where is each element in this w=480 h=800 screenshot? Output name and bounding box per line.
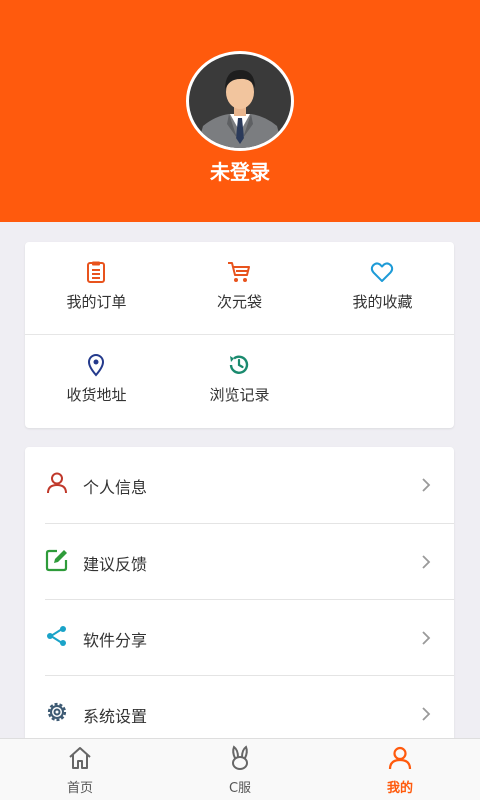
menu-item-personal-info[interactable]: 个人信息: [25, 447, 454, 523]
grid-item-my-orders[interactable]: 我的订单: [25, 242, 168, 334]
share-icon: [47, 626, 66, 646]
chevron-right-icon: [422, 478, 431, 492]
history-icon: [229, 355, 249, 374]
clipboard-icon: [87, 261, 105, 283]
chevron-right-icon: [422, 631, 431, 645]
location-pin-icon: [87, 354, 105, 377]
avatar[interactable]: [186, 51, 294, 151]
grid-item-label: 次元袋: [216, 293, 262, 311]
shortcut-grid-card: 我的订单 次元袋 我的收藏 收货地址 浏览记录: [25, 242, 454, 428]
menu-item-feedback[interactable]: 建议反馈: [25, 524, 454, 600]
edit-icon: [45, 549, 68, 572]
menu-item-share-app[interactable]: 软件分享: [25, 600, 454, 676]
tab-mine[interactable]: 我的: [320, 739, 480, 800]
man-in-suit-avatar-icon: [189, 54, 291, 148]
grid-item-label: 浏览记录: [209, 386, 270, 404]
menu-item-label: 系统设置: [83, 707, 148, 726]
chevron-right-icon: [422, 555, 431, 569]
menu-item-label: 个人信息: [83, 478, 148, 497]
tab-c-service[interactable]: C服: [160, 739, 320, 800]
person-icon: [388, 746, 412, 770]
bottom-tab-bar: 首页 C服 我的: [0, 738, 480, 800]
heart-icon: [370, 262, 394, 282]
settings-menu-card: 个人信息 建议反馈 软件分享 系统设置: [25, 447, 454, 747]
login-status-label[interactable]: 未登录: [0, 156, 480, 185]
grid-item-label: 我的收藏: [352, 293, 413, 311]
person-icon: [47, 472, 67, 494]
home-icon: [69, 747, 91, 769]
grid-item-label: 我的订单: [66, 293, 127, 311]
rabbit-icon: [232, 745, 248, 770]
tab-label: C服: [228, 781, 252, 796]
grid-item-browse-history[interactable]: 浏览记录: [168, 335, 311, 427]
gear-icon: [47, 702, 67, 722]
tab-home[interactable]: 首页: [0, 739, 160, 800]
tab-label: 我的: [386, 781, 413, 796]
menu-item-label: 建议反馈: [83, 555, 148, 574]
chevron-right-icon: [422, 707, 431, 721]
profile-header: 未登录: [0, 0, 480, 222]
grid-item-my-favorites[interactable]: 我的收藏: [311, 242, 454, 334]
grid-item-dimension-bag[interactable]: 次元袋: [168, 242, 311, 334]
grid-item-shipping-address[interactable]: 收货地址: [25, 335, 168, 427]
menu-item-label: 软件分享: [83, 631, 148, 650]
cart-icon: [228, 262, 250, 282]
grid-item-label: 收货地址: [66, 386, 127, 404]
tab-label: 首页: [66, 781, 93, 796]
